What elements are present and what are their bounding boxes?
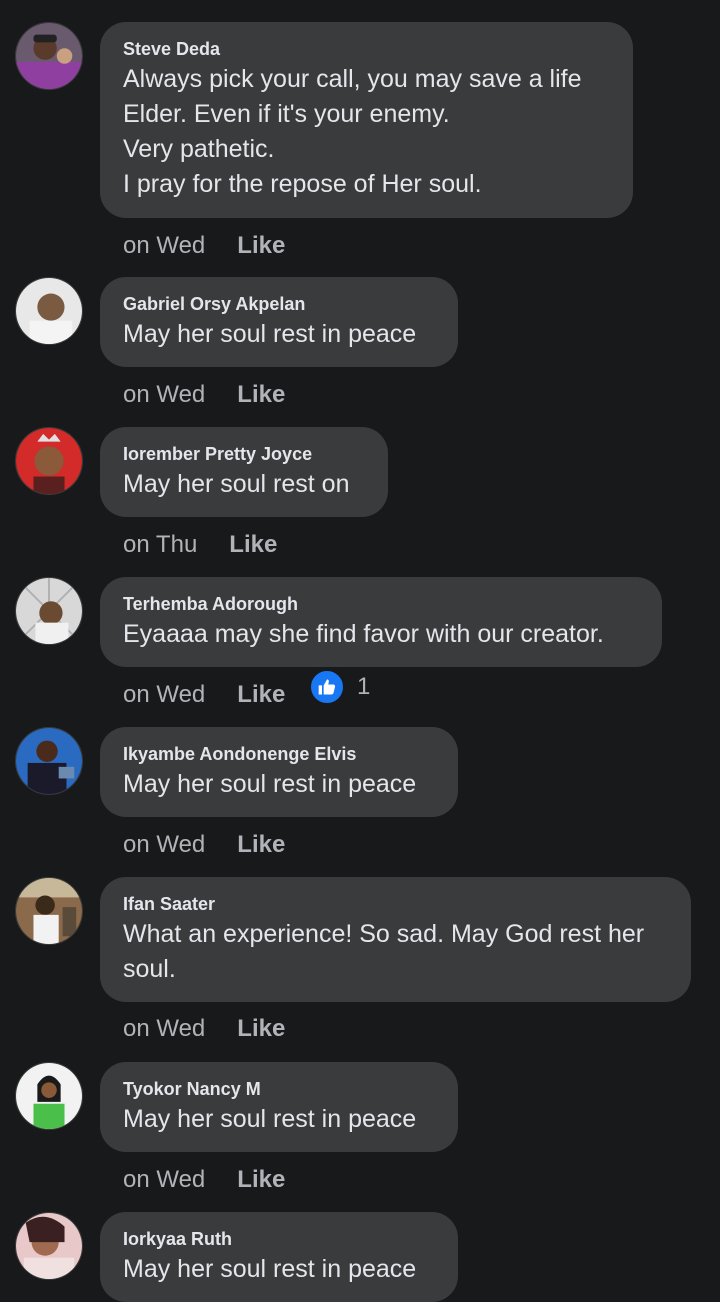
user-photo-icon [16,728,82,794]
comment-author[interactable]: Steve Deda [123,38,610,60]
like-button[interactable]: Like [229,530,277,560]
comment-meta: on Wed Like [123,830,285,860]
comment-timestamp[interactable]: on Wed [123,830,205,860]
avatar[interactable] [15,877,83,945]
comment-text-line: Elder. Even if it's your enemy. [123,100,450,128]
comment-text-line: Eyaaaa may she find favor with our creat… [123,620,604,648]
like-button[interactable]: Like [237,1014,285,1044]
comment-text-line: Very pathetic. [123,135,275,163]
comment-bubble: Gabriel Orsy Akpelan May her soul rest i… [100,277,458,367]
comment-bubble: Steve Deda Always pick your call, you ma… [100,22,633,218]
comment-author[interactable]: Iorember Pretty Joyce [123,443,365,465]
avatar[interactable] [15,727,83,795]
user-photo-icon [16,1063,82,1129]
avatar[interactable] [15,1062,83,1130]
comment-text-line: May her soul rest on [123,470,350,498]
comment-text-line: Always pick your call, you may save a li… [123,65,582,93]
avatar[interactable] [15,22,83,90]
comment-bubble: Iorkyaa Ruth May her soul rest in peace [100,1212,458,1302]
comment-meta: on Wed Like [123,1014,285,1044]
avatar[interactable] [15,1212,83,1280]
like-button[interactable]: Like [237,830,285,860]
comment-meta: on Wed Like [123,1165,285,1195]
comment-bubble: Tyokor Nancy M May her soul rest in peac… [100,1062,458,1152]
comment-text-line: May her soul rest in peace [123,320,417,348]
like-button[interactable]: Like [237,380,285,410]
comment-bubble: Ikyambe Aondonenge Elvis May her soul re… [100,727,458,817]
comment-author[interactable]: Gabriel Orsy Akpelan [123,293,435,315]
comment-bubble: Terhemba Adorough Eyaaaa may she find fa… [100,577,662,667]
user-photo-icon [16,428,82,494]
comment-text-line: May her soul rest in peace [123,1255,417,1283]
comment-text: Eyaaaa may she find favor with our creat… [123,617,639,652]
user-photo-icon [16,23,82,89]
reaction-summary[interactable]: 1 [309,669,370,705]
comment-timestamp[interactable]: on Wed [123,231,205,261]
comment-bubble: Ifan Saater What an experience! So sad. … [100,877,691,1002]
reaction-count: 1 [357,673,371,700]
comment-author[interactable]: Ifan Saater [123,893,668,915]
comment-bubble: Iorember Pretty Joyce May her soul rest … [100,427,388,517]
avatar[interactable] [15,577,83,645]
comment-text-line: May her soul rest in peace [123,770,417,798]
comment-timestamp[interactable]: on Wed [123,380,205,410]
comment-text-line: May her soul rest in peace [123,1105,417,1133]
comment-text-line: I pray for the repose of Her soul. [123,170,482,198]
comment-timestamp[interactable]: on Wed [123,680,205,710]
comment-text-line: soul. [123,955,176,983]
avatar[interactable] [15,427,83,495]
comment-text: What an experience! So sad. May God rest… [123,917,668,987]
comment-meta: on Wed Like [123,231,285,261]
user-photo-icon [16,578,82,644]
comment-timestamp[interactable]: on Wed [123,1165,205,1195]
comment-author[interactable]: Tyokor Nancy M [123,1078,435,1100]
comment-text: May her soul rest in peace [123,1252,435,1287]
user-photo-icon [16,278,82,344]
comment-meta: on Wed Like [123,680,285,710]
user-photo-icon [16,1213,82,1279]
thumbs-up-icon [309,669,345,705]
comment-timestamp[interactable]: on Wed [123,1014,205,1044]
comment-feed: Steve Deda Always pick your call, you ma… [0,0,720,1302]
comment-author[interactable]: Ikyambe Aondonenge Elvis [123,743,435,765]
comment-meta: on Wed Like [123,380,285,410]
comment-author[interactable]: Iorkyaa Ruth [123,1228,435,1250]
comment-meta: on Thu Like [123,530,277,560]
like-button[interactable]: Like [237,680,285,710]
comment-text: Always pick your call, you may save a li… [123,62,610,202]
comment-author[interactable]: Terhemba Adorough [123,593,639,615]
comment-timestamp[interactable]: on Thu [123,530,197,560]
user-photo-icon [16,878,82,944]
like-button[interactable]: Like [237,231,285,261]
avatar[interactable] [15,277,83,345]
like-button[interactable]: Like [237,1165,285,1195]
comment-text: May her soul rest in peace [123,1102,435,1137]
comment-text: May her soul rest in peace [123,767,435,802]
comment-text-line: What an experience! So sad. May God rest… [123,920,645,948]
comment-text: May her soul rest in peace [123,317,435,352]
comment-text: May her soul rest on [123,467,365,502]
